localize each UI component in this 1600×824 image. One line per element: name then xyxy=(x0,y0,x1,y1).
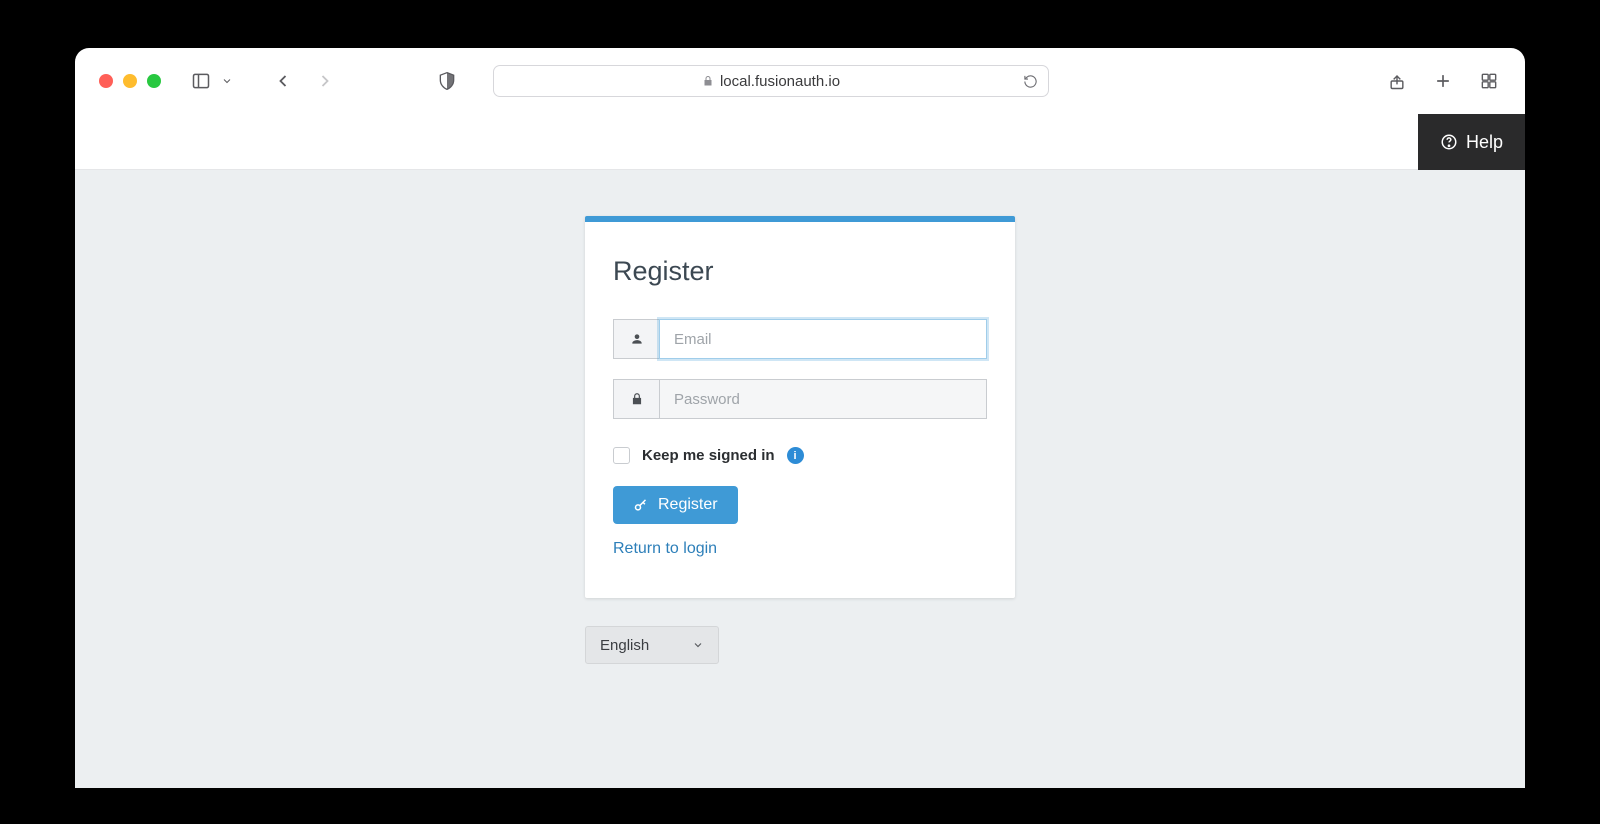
forward-button-icon[interactable] xyxy=(313,69,337,93)
register-card: Register Keep me signed in i xyxy=(585,216,1015,598)
app-header: Help xyxy=(75,114,1525,170)
keep-signed-in-label: Keep me signed in xyxy=(642,447,775,464)
password-input-group xyxy=(613,379,987,419)
return-to-login-link[interactable]: Return to login xyxy=(613,540,987,558)
address-bar[interactable]: local.fusionauth.io xyxy=(493,65,1049,97)
page-body: Register Keep me signed in i xyxy=(75,170,1525,788)
share-icon[interactable] xyxy=(1385,69,1409,93)
tab-overview-icon[interactable] xyxy=(1477,69,1501,93)
browser-window: local.fusionauth.io Help Register xyxy=(75,48,1525,788)
sidebar-toggle-icon[interactable] xyxy=(189,69,213,93)
key-icon xyxy=(633,498,648,513)
help-icon xyxy=(1440,133,1458,151)
language-selected: English xyxy=(600,637,649,654)
info-icon[interactable]: i xyxy=(787,447,804,464)
chevron-down-icon xyxy=(692,639,704,651)
tab-dropdown-icon[interactable] xyxy=(215,69,239,93)
privacy-shield-icon[interactable] xyxy=(435,69,459,93)
keep-signed-in-checkbox[interactable] xyxy=(613,447,630,464)
help-label: Help xyxy=(1466,132,1503,153)
email-field[interactable] xyxy=(659,319,987,359)
lock-icon xyxy=(702,75,714,87)
reload-icon[interactable] xyxy=(1023,74,1038,89)
register-button-label: Register xyxy=(658,496,718,514)
browser-toolbar: local.fusionauth.io xyxy=(75,48,1525,114)
keep-signed-in-row: Keep me signed in i xyxy=(613,447,987,464)
user-icon xyxy=(613,319,659,359)
close-window-button[interactable] xyxy=(99,74,113,88)
back-button-icon[interactable] xyxy=(271,69,295,93)
maximize-window-button[interactable] xyxy=(147,74,161,88)
email-input-group xyxy=(613,319,987,359)
url-text: local.fusionauth.io xyxy=(720,73,840,90)
card-title: Register xyxy=(613,256,987,287)
password-field[interactable] xyxy=(659,379,987,419)
lock-icon xyxy=(613,379,659,419)
window-controls xyxy=(99,74,161,88)
register-button[interactable]: Register xyxy=(613,486,738,524)
language-select[interactable]: English xyxy=(585,626,719,664)
help-button[interactable]: Help xyxy=(1418,114,1525,170)
new-tab-icon[interactable] xyxy=(1431,69,1455,93)
minimize-window-button[interactable] xyxy=(123,74,137,88)
